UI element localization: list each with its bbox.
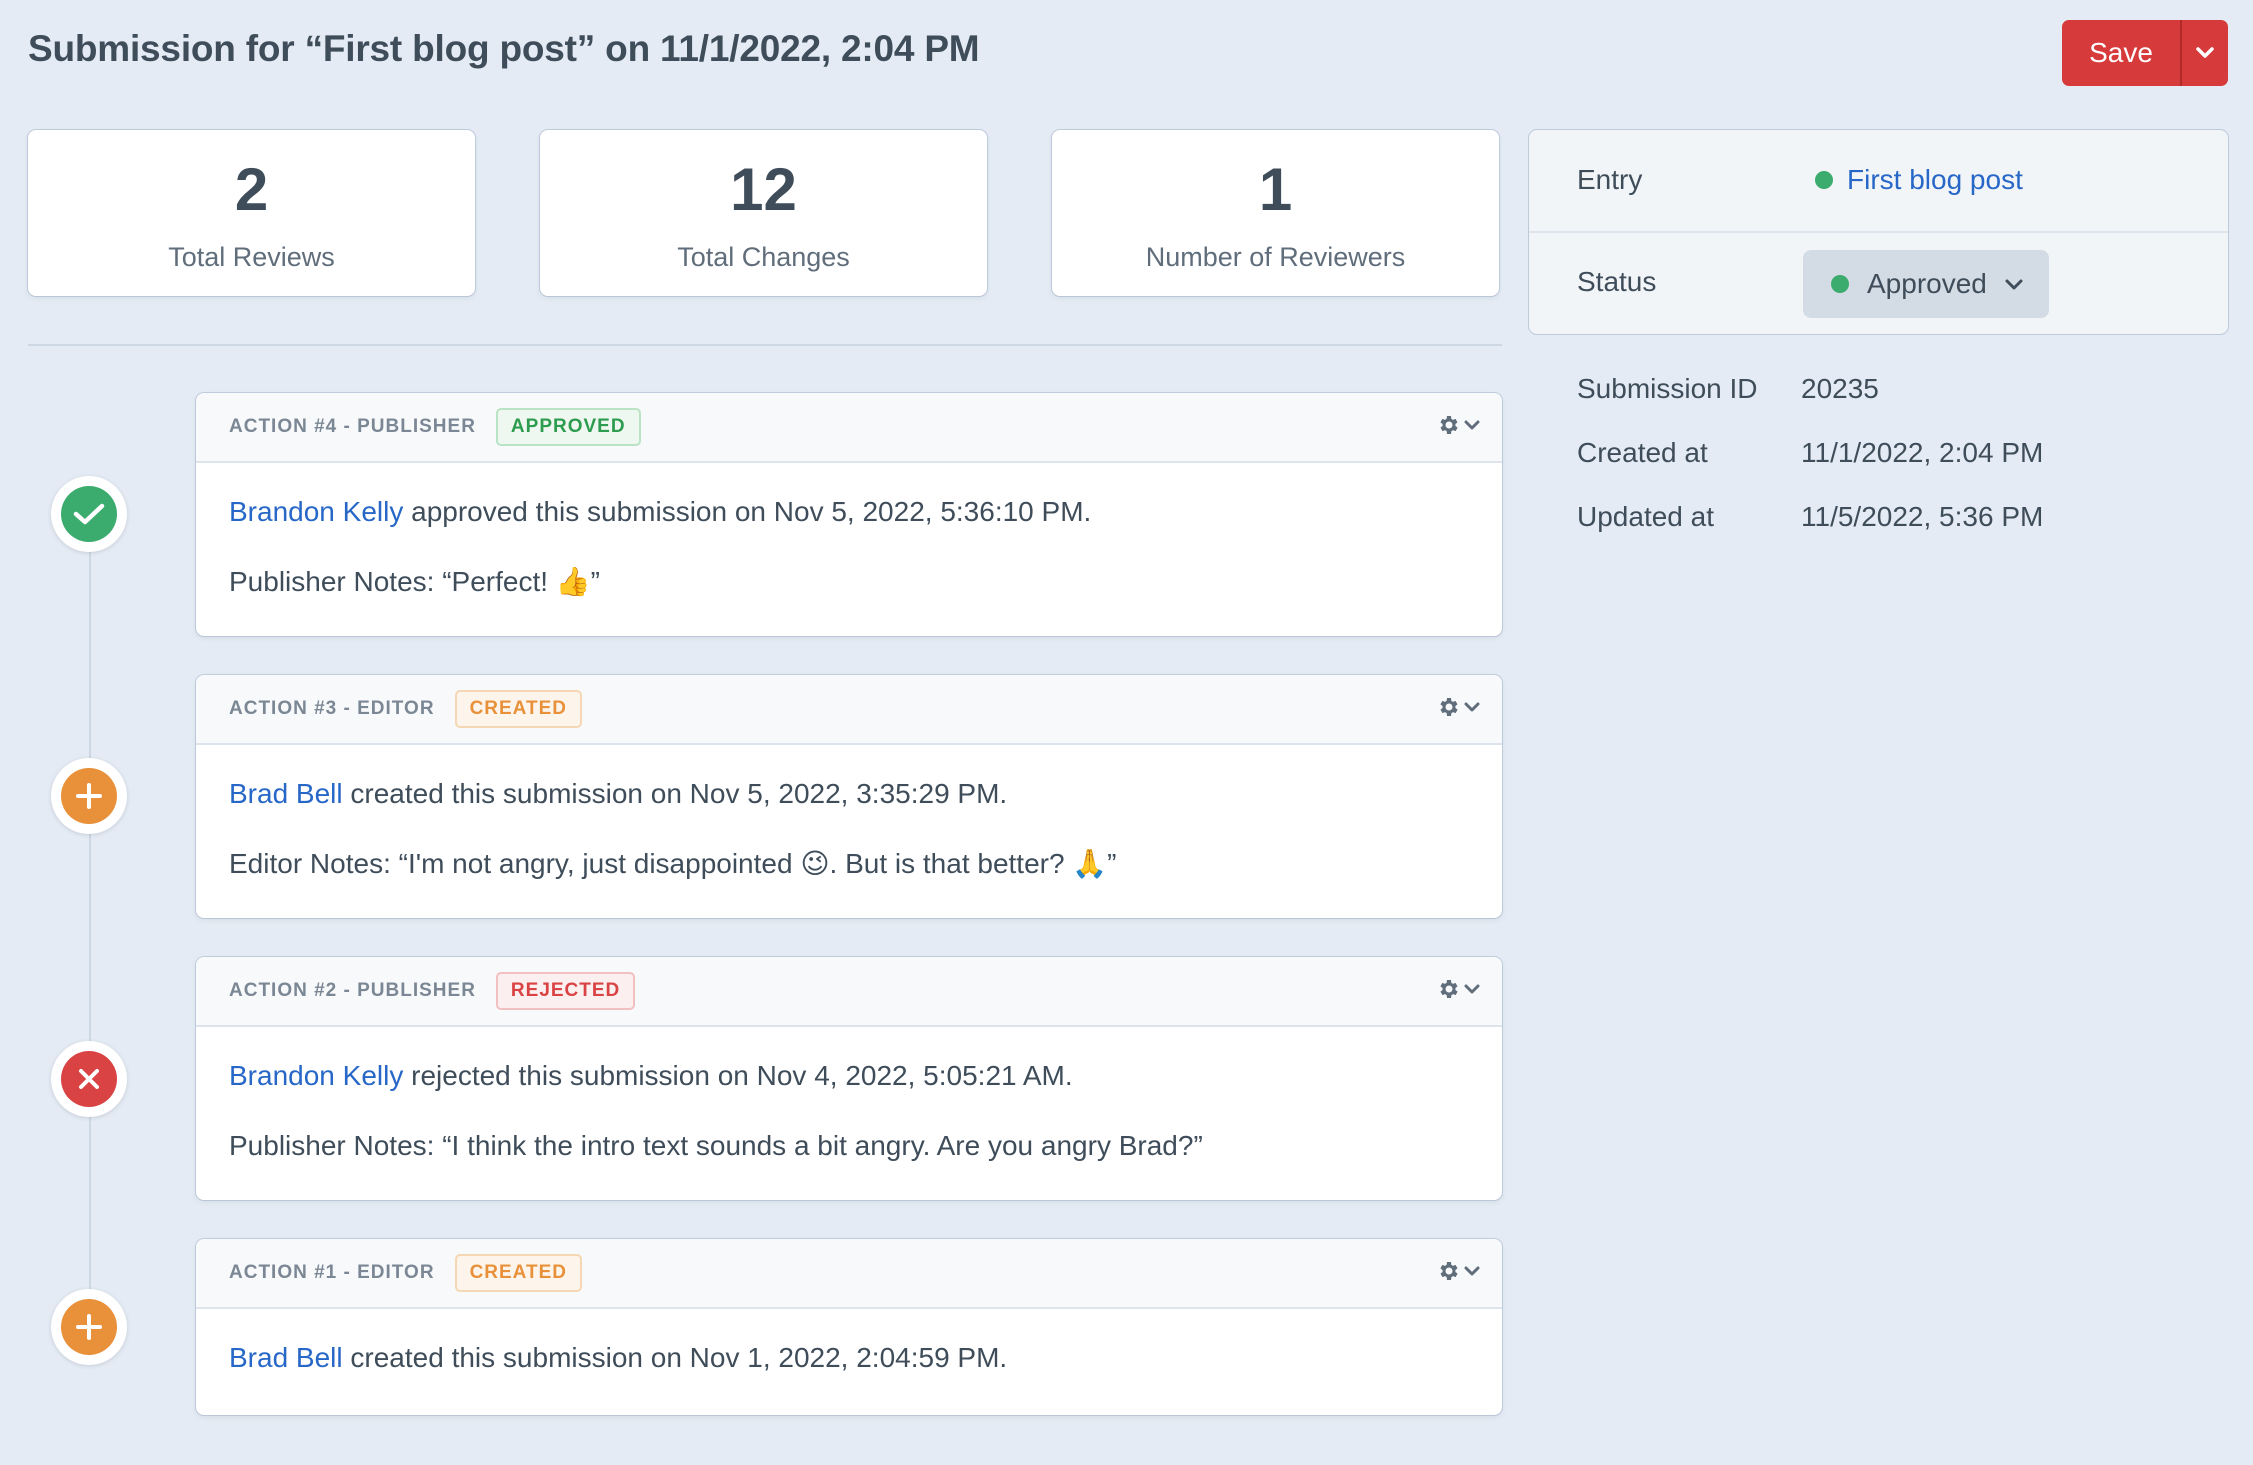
gear-icon bbox=[1440, 416, 1458, 434]
chevron-down-icon bbox=[1464, 420, 1480, 430]
timeline-line bbox=[89, 515, 91, 1327]
action-card: ACTION #1 - EDITOR CREATED Brad Bell cre… bbox=[196, 1239, 1502, 1415]
save-button-group: Save bbox=[2062, 20, 2228, 86]
status-dot bbox=[1831, 275, 1849, 293]
meta-value-created-at: 11/1/2022, 2:04 PM bbox=[1801, 437, 2044, 468]
action-description: Brad Bell created this submission on Nov… bbox=[229, 778, 1008, 809]
chevron-down-icon bbox=[1464, 1266, 1480, 1276]
meta-label-created-at: Created at bbox=[1577, 437, 1708, 468]
stat-label: Total Reviews bbox=[168, 242, 335, 272]
status-badge: APPROVED bbox=[495, 408, 641, 446]
action-card-header: ACTION #2 - PUBLISHER REJECTED bbox=[196, 957, 1502, 1027]
action-description: Brandon Kelly rejected this submission o… bbox=[229, 1060, 1073, 1091]
action-card-body: Brandon Kelly approved this submission o… bbox=[196, 463, 1502, 599]
action-notes: Publisher Notes: “I think the intro text… bbox=[229, 1130, 1203, 1161]
timeline-marker-created bbox=[51, 1289, 127, 1365]
gear-icon bbox=[1440, 698, 1458, 716]
timeline-marker-created bbox=[51, 758, 127, 834]
stat-total-reviews: 2 Total Reviews bbox=[28, 130, 475, 296]
action-card-header: ACTION #4 - PUBLISHER APPROVED bbox=[196, 393, 1502, 463]
stat-number-of-reviewers: 1 Number of Reviewers bbox=[1052, 130, 1499, 296]
stat-total-changes: 12 Total Changes bbox=[540, 130, 987, 296]
gear-icon bbox=[1440, 1262, 1458, 1280]
divider bbox=[1529, 231, 2228, 233]
action-card: ACTION #2 - PUBLISHER REJECTED Brandon K… bbox=[196, 957, 1502, 1200]
stat-label: Number of Reviewers bbox=[1145, 242, 1406, 272]
meta-label-submission-id: Submission ID bbox=[1577, 373, 1758, 404]
plus-icon bbox=[76, 783, 102, 809]
user-link[interactable]: Brad Bell bbox=[229, 1342, 343, 1373]
stat-value: 2 bbox=[234, 156, 269, 223]
action-settings-button[interactable] bbox=[1436, 1259, 1480, 1283]
chevron-down-icon bbox=[2196, 47, 2214, 58]
entry-status-panel: Entry First blog post Status Approved bbox=[1529, 130, 2228, 334]
action-title: ACTION #1 - EDITOR bbox=[229, 1262, 435, 1283]
action-title: ACTION #2 - PUBLISHER bbox=[229, 980, 476, 1001]
save-button[interactable]: Save bbox=[2062, 20, 2180, 86]
action-description: Brad Bell created this submission on Nov… bbox=[229, 1342, 1008, 1373]
chevron-down-icon bbox=[1464, 984, 1480, 994]
check-icon bbox=[73, 503, 105, 525]
action-card-body: Brad Bell created this submission on Nov… bbox=[196, 1309, 1502, 1375]
user-link[interactable]: Brad Bell bbox=[229, 778, 343, 809]
action-title: ACTION #4 - PUBLISHER bbox=[229, 416, 476, 437]
plus-icon bbox=[76, 1314, 102, 1340]
user-link[interactable]: Brandon Kelly bbox=[229, 1060, 403, 1091]
status-badge: CREATED bbox=[454, 690, 582, 728]
action-card-header: ACTION #1 - EDITOR CREATED bbox=[196, 1239, 1502, 1309]
entry-link[interactable]: First blog post bbox=[1815, 164, 2023, 196]
action-card-body: Brad Bell created this submission on Nov… bbox=[196, 745, 1502, 881]
action-description: Brandon Kelly approved this submission o… bbox=[229, 496, 1092, 527]
action-notes: Editor Notes: “I'm not angry, just disap… bbox=[229, 848, 1117, 879]
action-settings-button[interactable] bbox=[1436, 695, 1480, 719]
action-title: ACTION #3 - EDITOR bbox=[229, 698, 435, 719]
action-card-body: Brandon Kelly rejected this submission o… bbox=[196, 1027, 1502, 1163]
action-notes: Publisher Notes: “Perfect! 👍” bbox=[229, 566, 600, 597]
save-menu-button[interactable] bbox=[2182, 20, 2228, 86]
entry-label: Entry bbox=[1577, 164, 1643, 195]
stat-value: 1 bbox=[1258, 156, 1293, 223]
status-select[interactable]: Approved bbox=[1803, 250, 2049, 318]
action-card: ACTION #3 - EDITOR CREATED Brad Bell cre… bbox=[196, 675, 1502, 918]
divider bbox=[28, 344, 1502, 346]
action-settings-button[interactable] bbox=[1436, 413, 1480, 437]
meta-label-updated-at: Updated at bbox=[1577, 501, 1714, 532]
meta-value-updated-at: 11/5/2022, 5:36 PM bbox=[1801, 501, 2044, 532]
action-card-header: ACTION #3 - EDITOR CREATED bbox=[196, 675, 1502, 745]
status-badge: REJECTED bbox=[495, 972, 636, 1010]
chevron-down-icon bbox=[2005, 279, 2023, 290]
x-icon bbox=[79, 1069, 99, 1089]
meta-value-submission-id: 20235 bbox=[1801, 373, 1879, 404]
user-link[interactable]: Brandon Kelly bbox=[229, 496, 403, 527]
action-card: ACTION #4 - PUBLISHER APPROVED Brandon K… bbox=[196, 393, 1502, 636]
status-dot bbox=[1815, 171, 1833, 189]
stat-value: 12 bbox=[730, 156, 797, 223]
page-title: Submission for “First blog post” on 11/1… bbox=[28, 28, 980, 69]
timeline-marker-rejected bbox=[51, 1041, 127, 1117]
gear-icon bbox=[1440, 980, 1458, 998]
entry-link-text: First blog post bbox=[1847, 164, 2023, 195]
status-label: Status bbox=[1577, 266, 1657, 297]
stat-label: Total Changes bbox=[677, 242, 850, 272]
status-select-value: Approved bbox=[1867, 268, 1987, 299]
chevron-down-icon bbox=[1464, 702, 1480, 712]
status-badge: CREATED bbox=[454, 1254, 582, 1292]
timeline-marker-approved bbox=[51, 476, 127, 552]
action-settings-button[interactable] bbox=[1436, 977, 1480, 1001]
